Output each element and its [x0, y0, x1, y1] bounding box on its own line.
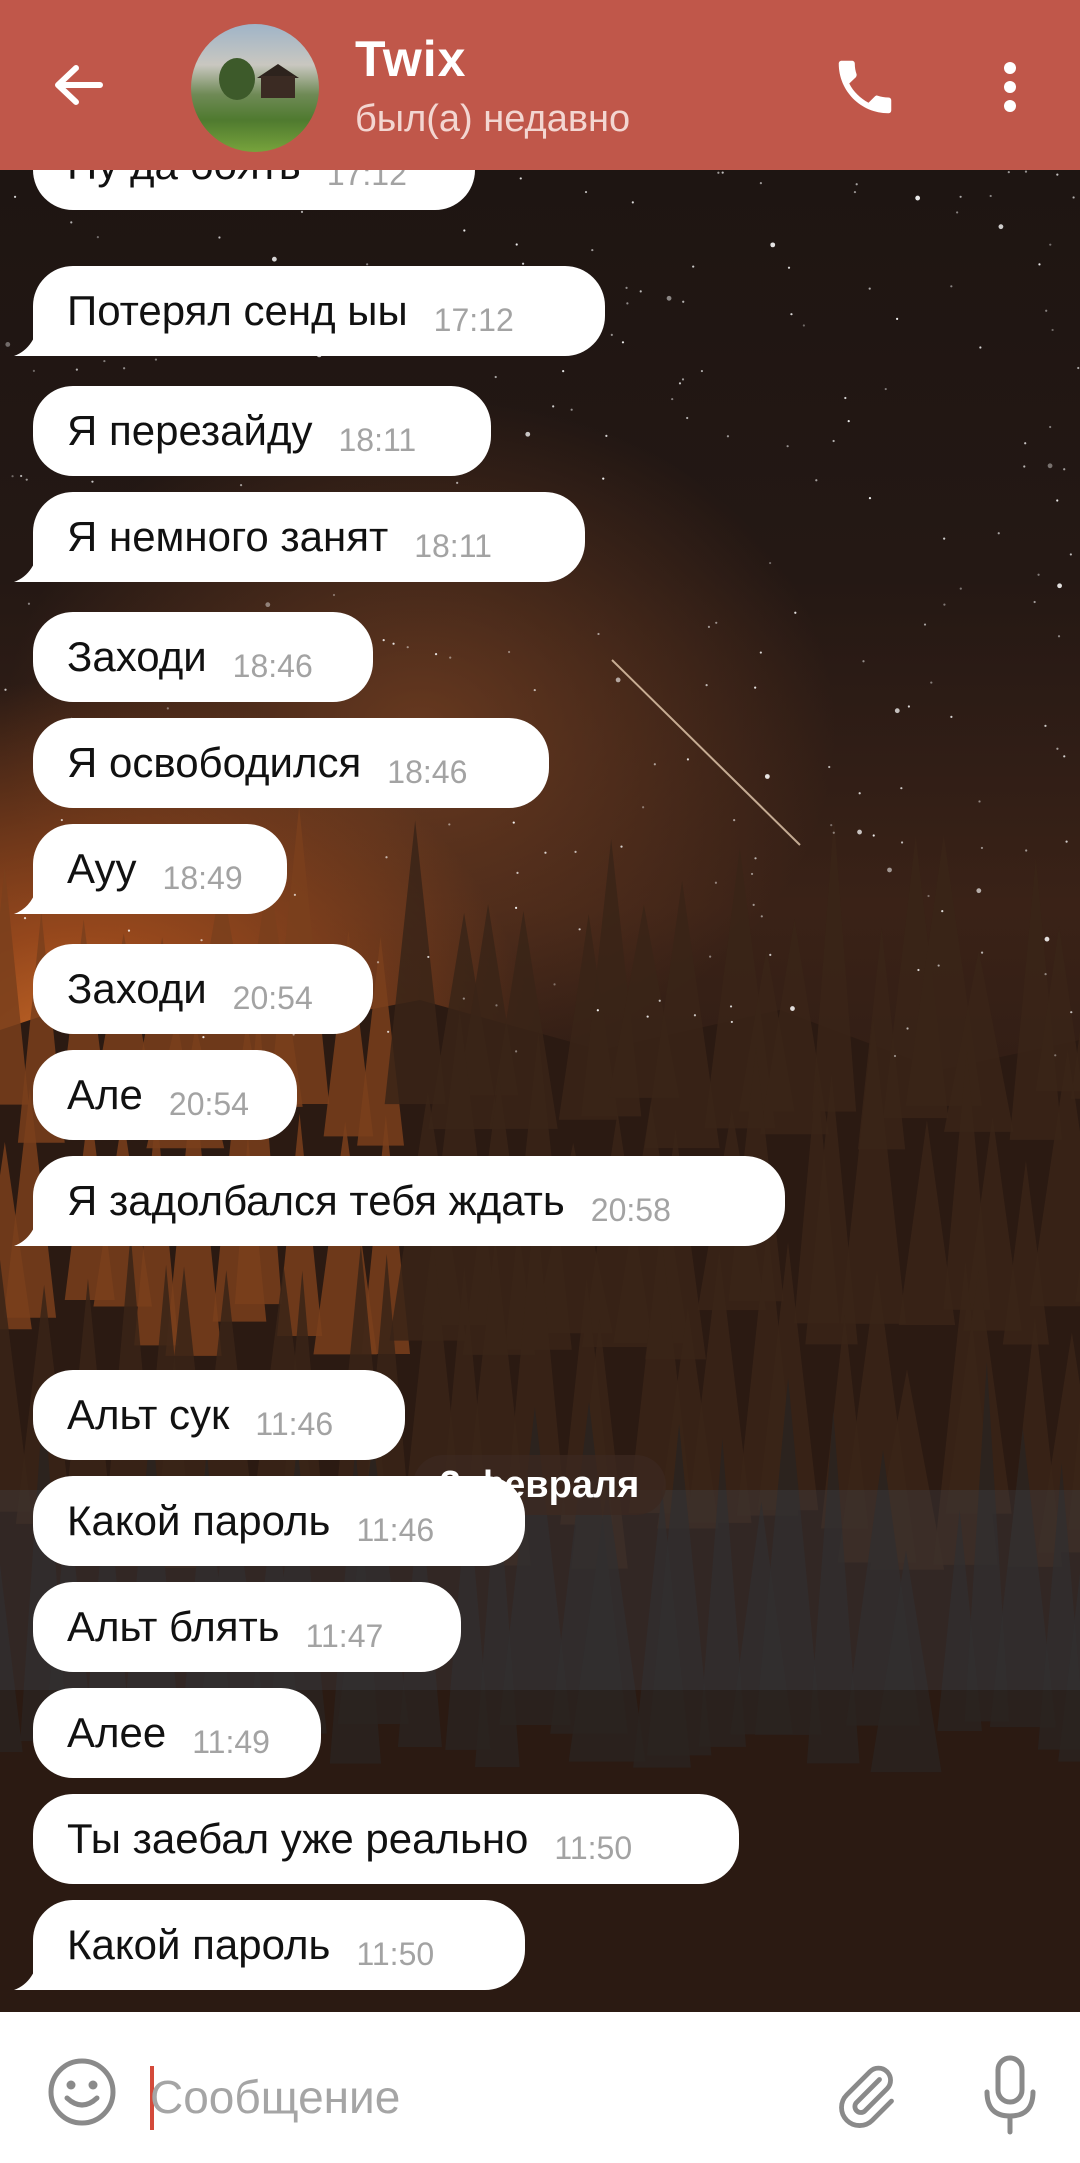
- phone-icon: [838, 60, 892, 114]
- message-time: 18:11: [338, 421, 417, 458]
- arrow-left-icon: [55, 65, 103, 105]
- message-text: Ну да боять: [67, 170, 301, 189]
- message-time: 17:12: [326, 170, 407, 192]
- message-time: 11:50: [554, 1829, 633, 1866]
- chat-area[interactable]: Ну да боять 17:12 Потерял сенд ыы 17:12 Я пе…: [0, 170, 1080, 2012]
- message-time: 18:46: [232, 647, 313, 684]
- avatar[interactable]: [191, 24, 319, 152]
- message-bubble[interactable]: Ну да боять 17:12: [33, 170, 475, 210]
- message-bubble[interactable]: Я задолбался тебя ждать 20:58: [33, 1156, 785, 1246]
- message-bubble[interactable]: Я перезайду 18:11: [33, 386, 491, 476]
- message-text: Какой пароль: [67, 1497, 331, 1544]
- microphone-button[interactable]: [975, 2052, 1045, 2138]
- message-composer: [0, 2012, 1080, 2163]
- message-bubble[interactable]: Заходи 20:54: [33, 944, 373, 1034]
- message-text: Алее: [67, 1709, 167, 1756]
- message-time: 18:46: [387, 753, 468, 790]
- message-text: Заходи: [67, 965, 207, 1012]
- message-bubble[interactable]: Але 20:54: [33, 1050, 297, 1140]
- more-vertical-icon: [1004, 62, 1016, 112]
- message-time: 11:46: [356, 1511, 435, 1548]
- attach-button[interactable]: [830, 2056, 902, 2136]
- message-text: Альт блять: [67, 1603, 280, 1650]
- message-text: Заходи: [67, 633, 207, 680]
- message-bubble[interactable]: Я освободился 18:46: [33, 718, 549, 808]
- message-bubble[interactable]: Какой пароль 11:46: [33, 1476, 525, 1566]
- message-text: Какой пароль: [67, 1921, 331, 1968]
- message-time: 20:54: [168, 1085, 249, 1122]
- message-text: Ты заебал уже реально: [67, 1815, 529, 1862]
- back-button[interactable]: [40, 50, 126, 120]
- contact-name[interactable]: Twix: [355, 30, 466, 88]
- message-text: Я освободился: [67, 739, 362, 786]
- message-bubble[interactable]: Какой пароль 11:50: [33, 1900, 525, 1990]
- message-text: Альт сук: [67, 1391, 230, 1438]
- message-time: 11:50: [356, 1935, 435, 1972]
- message-bubble[interactable]: Ты заебал уже реально 11:50: [33, 1794, 739, 1884]
- message-bubble[interactable]: Альт сук 11:46: [33, 1370, 405, 1460]
- message-text: Але: [67, 1071, 143, 1118]
- message-text: Потерял сенд ыы: [67, 287, 408, 334]
- message-bubble[interactable]: Альт блять 11:47: [33, 1582, 461, 1672]
- message-time: 18:11: [414, 527, 492, 564]
- call-button[interactable]: [830, 52, 900, 122]
- message-text: Я немного занят: [67, 513, 389, 560]
- message-time: 11:46: [255, 1405, 334, 1442]
- message-bubble[interactable]: Я немного занят 18:11: [33, 492, 585, 582]
- message-text: Я перезайду: [67, 407, 313, 454]
- contact-status: был(а) недавно: [355, 98, 631, 140]
- message-time: 20:58: [590, 1191, 671, 1228]
- message-bubble[interactable]: Потерял сенд ыы 17:12: [33, 266, 605, 356]
- message-time: 18:49: [162, 859, 243, 896]
- message-time: 11:49: [192, 1723, 270, 1760]
- emoji-icon: [48, 2058, 116, 2126]
- message-text: Ауу: [67, 845, 137, 892]
- message-time: 11:47: [305, 1617, 384, 1654]
- microphone-icon: [984, 2055, 1036, 2135]
- message-text: Я задолбался тебя ждать: [67, 1177, 565, 1224]
- message-bubble[interactable]: Ауу 18:49: [33, 824, 287, 914]
- more-menu-button[interactable]: [985, 52, 1035, 122]
- paperclip-icon: [839, 2065, 894, 2128]
- message-input[interactable]: [150, 2052, 800, 2142]
- message-time: 17:12: [433, 301, 514, 338]
- message-bubble[interactable]: Заходи 18:46: [33, 612, 373, 702]
- message-bubble[interactable]: Алее 11:49: [33, 1688, 321, 1778]
- message-time: 20:54: [232, 979, 313, 1016]
- emoji-button[interactable]: [44, 2054, 120, 2130]
- chat-header: Twix был(а) недавно: [0, 0, 1080, 170]
